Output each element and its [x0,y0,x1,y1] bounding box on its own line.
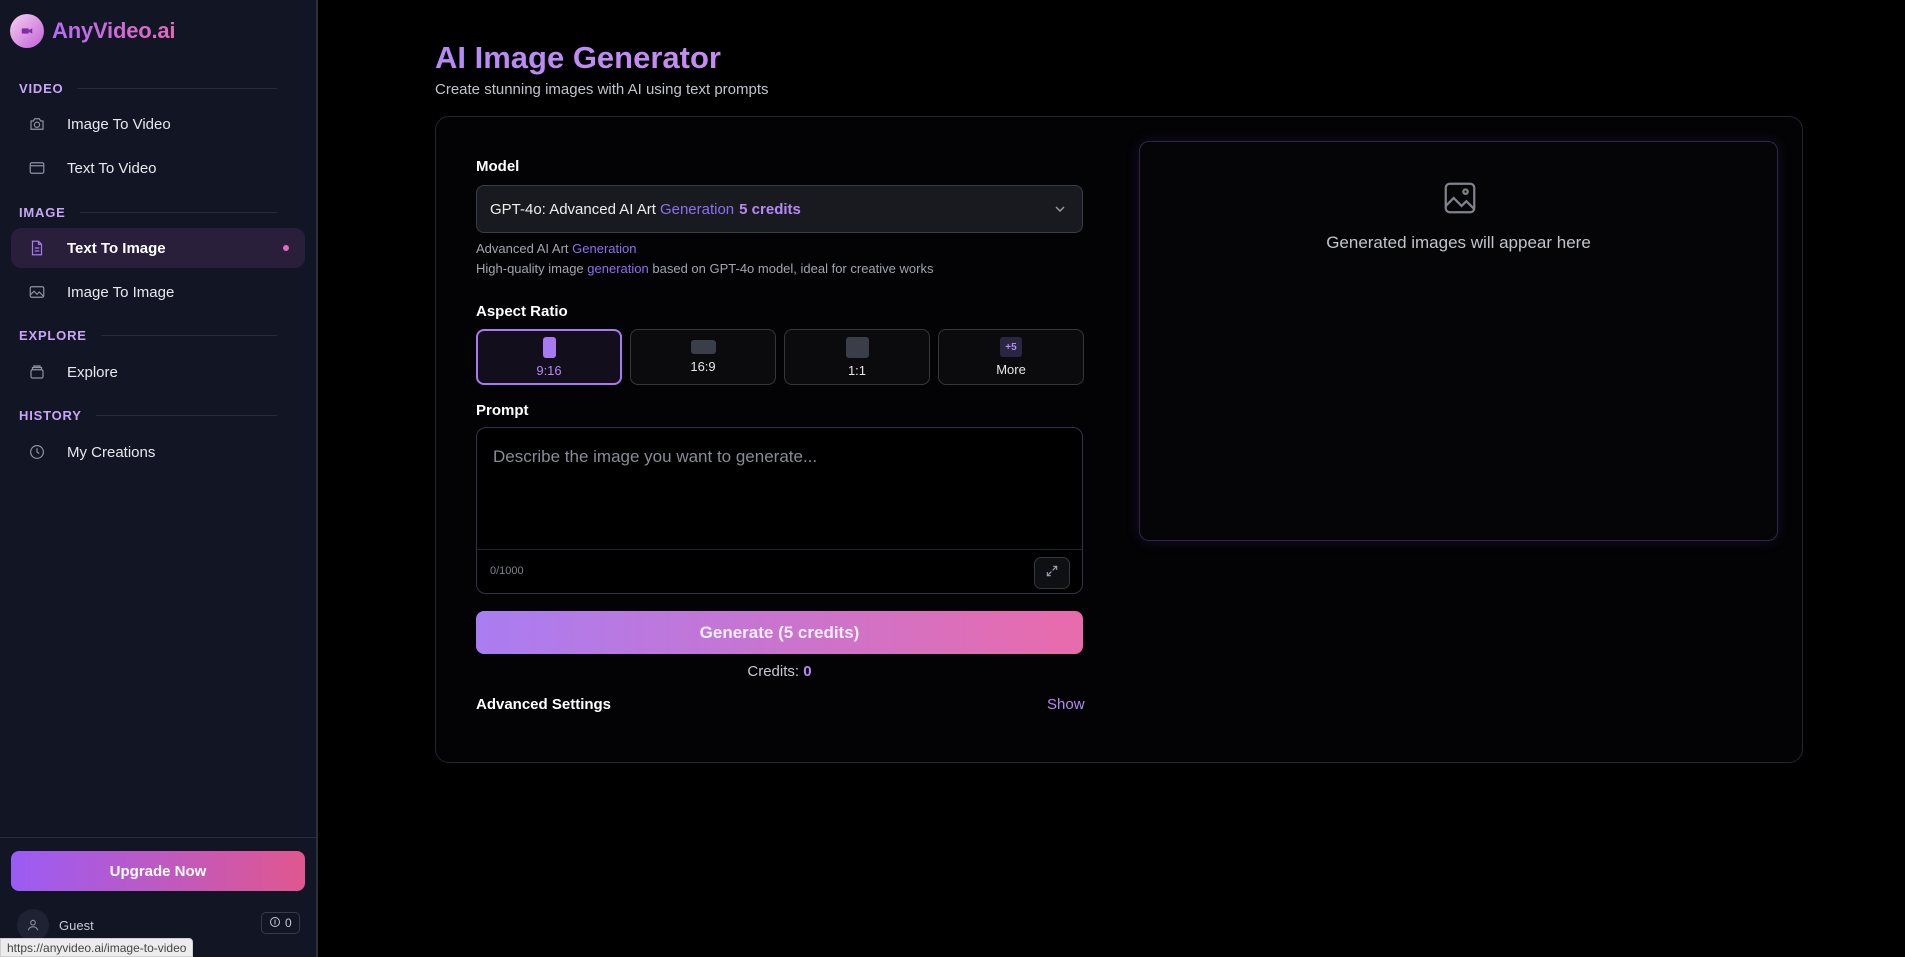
sidebar-item-label: Text To Image [67,239,166,257]
sidebar-item-image-to-image[interactable]: Image To Image [11,272,305,312]
aspect-ratio-9-16[interactable]: 9:16 [476,329,622,385]
section-label-history: HISTORY [19,408,277,423]
sidebar-item-label: Image To Video [67,115,171,133]
model-credits: 5 credits [739,200,801,218]
chevron-down-icon [1052,201,1068,221]
camera-icon [27,114,47,134]
portrait-ratio-icon [542,336,556,358]
user-name: Guest [59,917,94,933]
aspect-ratio-16-9[interactable]: 16:9 [630,329,776,385]
square-ratio-icon [845,336,869,358]
expand-icon [1045,564,1059,583]
sidebar-item-text-to-video[interactable]: Text To Video [11,148,305,188]
video-frame-icon [27,158,47,178]
layers-icon [27,362,47,382]
credits-display: Credits: 0 [747,663,812,680]
sidebar-item-label: My Creations [67,443,156,461]
sidebar-item-my-creations[interactable]: My Creations [11,432,305,472]
model-name: GPT-4o: Advanced AI Art [490,200,656,218]
advanced-settings-label: Advanced Settings [476,696,612,713]
preview-placeholder-text: Generated images will appear here [1326,233,1591,252]
sidebar-item-label: Text To Video [67,159,157,177]
page-title: AI Image Generator [435,40,721,75]
image-preview-area: Generated images will appear here [1139,141,1778,541]
user-profile[interactable]: Guest [17,909,94,941]
sidebar-item-label: Explore [67,363,118,381]
sidebar-item-explore[interactable]: Explore [11,352,305,392]
prompt-box: 0/1000 [476,427,1083,594]
model-name-accent: Generation [659,200,735,218]
model-label: Model [476,158,520,175]
landscape-ratio-icon [690,340,716,354]
sidebar-divider [0,837,316,838]
document-icon [27,238,47,258]
ratio-label: More [996,362,1026,377]
brand[interactable]: AnyVideo.ai [10,14,176,48]
sidebar-item-image-to-video[interactable]: Image To Video [11,104,305,144]
sidebar-item-label: Image To Image [67,283,175,301]
brand-name: AnyVideo.ai [52,18,176,43]
active-indicator-dot [283,245,289,251]
ratio-label: 9:16 [536,362,562,378]
char-count: 0/1000 [490,565,524,577]
clock-icon [27,442,47,462]
advanced-settings-toggle[interactable]: Show [1047,696,1085,713]
status-bar-url: https://anyvideo.ai/image-to-video [0,938,194,957]
user-avatar-icon [17,909,49,941]
section-label-video: VIDEO [19,81,277,96]
image-icon [27,282,47,302]
prompt-label: Prompt [476,402,529,419]
page-subtitle: Create stunning images with AI using tex… [435,81,769,98]
prompt-input[interactable] [477,428,1082,548]
aspect-ratio-options: 9:16 16:9 1:1 +5 More [476,329,1084,385]
model-description: High-quality image generation based on G… [476,261,934,276]
sidebar-item-text-to-image[interactable]: Text To Image [11,228,305,268]
prompt-footer: 0/1000 [477,549,1082,593]
section-label-image: IMAGE [19,205,277,220]
credits-badge[interactable]: 0 [261,912,300,934]
model-description-title: Advanced AI Art Generation [476,241,637,256]
ratio-label: 16:9 [690,359,716,374]
aspect-ratio-label: Aspect Ratio [476,303,568,320]
image-placeholder-icon [1441,179,1479,217]
ratio-label: 1:1 [847,362,867,378]
upgrade-now-button[interactable]: Upgrade Now [11,851,305,891]
sidebar: AnyVideo.ai VIDEO Image To Video Text To… [0,0,318,957]
more-count-badge: +5 [1000,337,1022,357]
aspect-ratio-1-1[interactable]: 1:1 [784,329,930,385]
credits-count: 0 [285,916,292,930]
coin-icon [269,916,281,931]
brand-logo-icon [10,14,44,48]
generate-button[interactable]: Generate (5 credits) [476,611,1083,654]
aspect-ratio-more[interactable]: +5 More [938,329,1084,385]
expand-button[interactable] [1034,557,1070,589]
section-label-explore: EXPLORE [19,328,277,343]
model-select[interactable]: GPT-4o: Advanced AI Art Generation 5 cre… [476,185,1083,233]
